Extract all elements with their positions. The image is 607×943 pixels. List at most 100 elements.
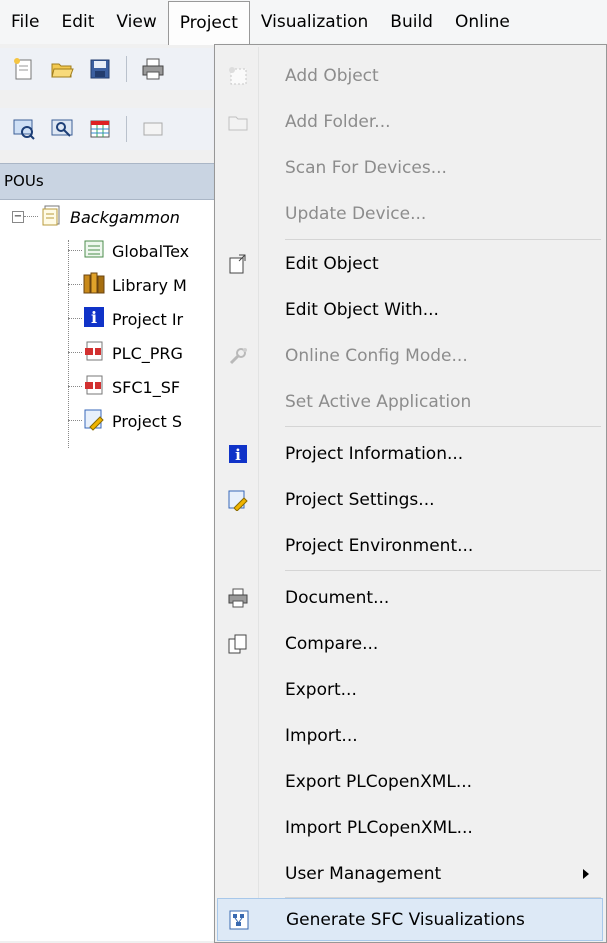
pous-tree: − Backgammon GlobalTex Library M i Proje… [0, 200, 215, 941]
menu-item-user-management[interactable]: User Management [217, 853, 603, 894]
menu-item-project-environment[interactable]: Project Environment... [217, 525, 603, 566]
menu-separator [285, 570, 601, 571]
settings-icon [217, 489, 259, 511]
menu-item-label: Scan For Devices... [285, 157, 447, 178]
menu-item-label: User Management [285, 863, 442, 884]
menu-edit[interactable]: Edit [50, 0, 105, 44]
tree-item-project-settings[interactable]: Project S [82, 404, 182, 438]
menu-item-export-plcopenxml[interactable]: Export PLCopenXML... [217, 761, 603, 802]
folder-icon [217, 111, 259, 133]
tree-item-label: Project S [112, 411, 182, 431]
table-icon[interactable] [88, 117, 112, 141]
menu-bar: File Edit View Project Visualization Bui… [0, 0, 607, 45]
new-project-icon[interactable] [12, 57, 36, 81]
tree-item-label: SFC1_SF [112, 377, 181, 397]
pou-icon [82, 339, 106, 368]
menu-item-label: Import... [285, 725, 358, 746]
menu-item-scan-for-devices[interactable]: Scan For Devices... [217, 147, 603, 188]
compare-icon [217, 633, 259, 655]
svg-text:i: i [91, 308, 97, 327]
save-icon[interactable] [88, 57, 112, 81]
menu-file[interactable]: File [0, 0, 50, 44]
menu-item-add-object[interactable]: Add Object [217, 55, 603, 96]
project-menu: Add Object Add Folder... Scan For Device… [214, 44, 607, 943]
tree-item-project-information[interactable]: i Project Ir [82, 302, 183, 336]
tree-item-label: GlobalTex [112, 241, 190, 261]
browse-icon[interactable] [50, 117, 74, 141]
menu-item-label: Add Folder... [285, 111, 391, 132]
print-icon[interactable] [141, 57, 165, 81]
menu-item-document[interactable]: Document... [217, 577, 603, 618]
menu-item-compare[interactable]: Compare... [217, 623, 603, 664]
menu-item-update-device[interactable]: Update Device... [217, 193, 603, 234]
pou-icon [82, 373, 106, 402]
toolbar-separator [126, 56, 127, 82]
menu-separator [285, 239, 601, 240]
menu-item-label: Export... [285, 679, 357, 700]
menu-build[interactable]: Build [379, 0, 444, 44]
menu-item-label: Project Information... [285, 443, 464, 464]
tree-item-library-manager[interactable]: Library M [82, 268, 187, 302]
menu-item-label: Update Device... [285, 203, 427, 224]
tree-connector [68, 284, 82, 285]
menu-item-label: Import PLCopenXML... [285, 817, 473, 838]
collapse-toggle[interactable]: − [12, 211, 24, 223]
tree-connector [68, 386, 82, 387]
menu-item-project-information[interactable]: i Project Information... [217, 433, 603, 474]
tree-item-sfc1[interactable]: SFC1_SF [82, 370, 180, 404]
tree-item-label: Project Ir [112, 309, 184, 329]
menu-item-edit-object-with[interactable]: Edit Object With... [217, 289, 603, 330]
settings-icon [82, 407, 106, 436]
toolbar-separator [126, 116, 127, 142]
menu-item-label: Set Active Application [285, 391, 472, 412]
submenu-arrow-icon [583, 868, 589, 879]
info-icon: i [217, 443, 259, 465]
tree-item-globaltext[interactable]: GlobalTex [82, 234, 189, 268]
menu-item-export[interactable]: Export... [217, 669, 603, 710]
menu-item-label: Project Environment... [285, 535, 474, 556]
menu-item-import-plcopenxml[interactable]: Import PLCopenXML... [217, 807, 603, 848]
menu-item-label: Compare... [285, 633, 379, 654]
tree-item-label: Backgammon [70, 207, 180, 227]
add-object-icon [217, 65, 259, 87]
tree-connector [24, 216, 38, 217]
menu-project[interactable]: Project [167, 0, 250, 45]
window-icon[interactable] [141, 117, 165, 141]
menu-item-import[interactable]: Import... [217, 715, 603, 756]
open-folder-icon[interactable] [50, 57, 74, 81]
svg-text:i: i [235, 446, 241, 464]
library-icon [82, 271, 106, 300]
pous-panel-header: POUs [0, 163, 219, 200]
tree-connector [68, 240, 69, 448]
wrench-icon [217, 345, 259, 367]
menu-separator [285, 426, 601, 427]
secondary-toolbar [0, 108, 227, 150]
find-icon[interactable] [12, 117, 36, 141]
menu-item-label: Add Object [285, 65, 379, 86]
tree-connector [68, 352, 82, 353]
text-list-icon [82, 237, 106, 266]
menu-item-add-folder[interactable]: Add Folder... [217, 101, 603, 142]
menu-item-generate-sfc-visualizations[interactable]: Generate SFC Visualizations [217, 898, 603, 941]
menu-item-set-active-application[interactable]: Set Active Application [217, 381, 603, 422]
menu-item-edit-object[interactable]: Edit Object [217, 243, 603, 284]
menu-item-label: Edit Object With... [285, 299, 439, 320]
menu-item-label: Generate SFC Visualizations [286, 909, 525, 930]
menu-item-label: Edit Object [285, 253, 379, 274]
tree-item-plc-prg[interactable]: PLC_PRG [82, 336, 183, 370]
tree-item-project[interactable]: Backgammon [40, 200, 180, 234]
menu-view[interactable]: View [105, 0, 167, 44]
menu-item-project-settings[interactable]: Project Settings... [217, 479, 603, 520]
tree-item-label: PLC_PRG [112, 343, 183, 363]
menu-item-label: Online Config Mode... [285, 345, 468, 366]
menu-visualization[interactable]: Visualization [250, 0, 379, 44]
menu-online[interactable]: Online [444, 0, 521, 44]
project-file-icon [40, 203, 64, 232]
menu-item-label: Project Settings... [285, 489, 435, 510]
info-icon: i [82, 305, 106, 334]
tree-connector [68, 318, 82, 319]
menu-item-online-config-mode[interactable]: Online Config Mode... [217, 335, 603, 376]
menu-item-label: Export PLCopenXML... [285, 771, 473, 792]
menu-item-label: Document... [285, 587, 390, 608]
standard-toolbar [0, 48, 227, 90]
